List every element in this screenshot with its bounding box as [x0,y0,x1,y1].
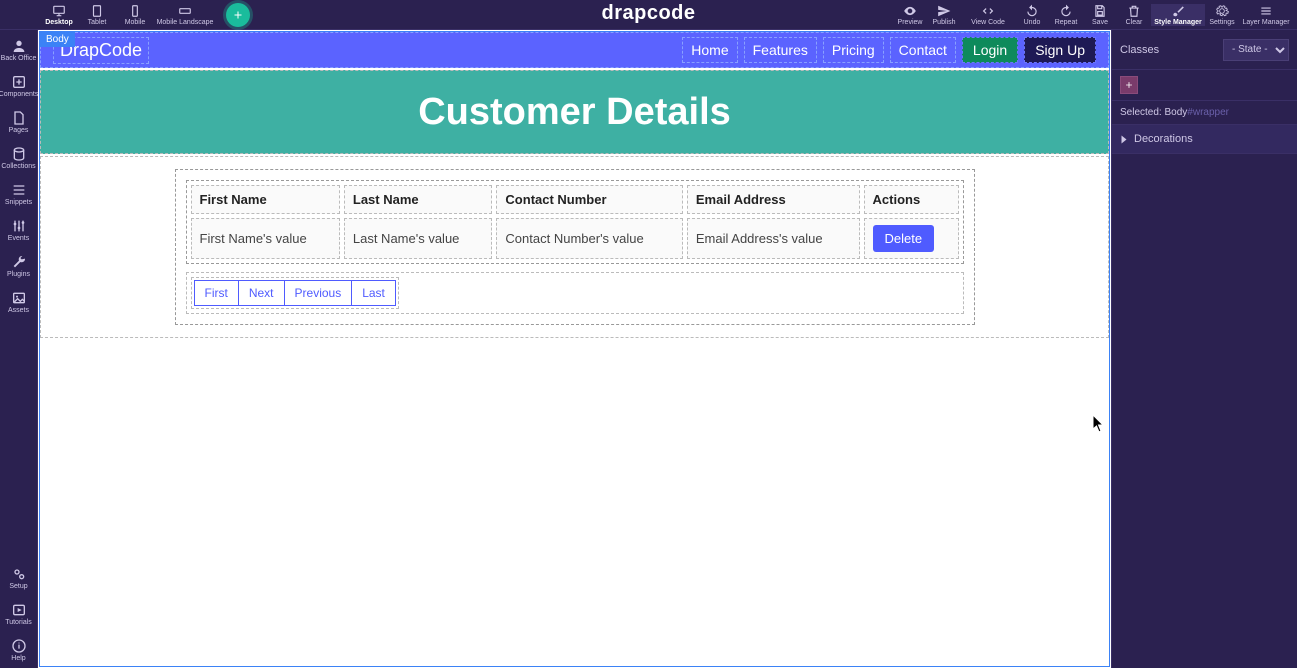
nav-signup-button[interactable]: Sign Up [1024,37,1096,63]
page-navbar[interactable]: DrapCode Home Features Pricing Contact L… [40,32,1109,68]
left-sidebar: Back OfficeComponentsPagesCollectionsSni… [0,30,38,668]
add-button[interactable] [226,3,250,27]
sidebar-plugins[interactable]: Plugins [0,248,38,284]
trash-icon [1127,4,1141,18]
app-brand: drapcode [601,2,695,25]
table-section[interactable]: First Name Last Name Contact Number Emai… [40,156,1109,338]
eye-icon [903,4,917,18]
th-firstname[interactable]: First Name [191,185,340,214]
lines-icon [11,182,27,198]
tool-undo[interactable]: Undo [1015,4,1049,26]
td-lastname[interactable]: Last Name's value [344,218,493,259]
device-mobile-landscape[interactable]: Mobile Landscape [154,4,216,26]
file-icon [11,110,27,126]
nav-link-contact[interactable]: Contact [890,37,956,63]
tool-layer-manager[interactable]: Layer Manager [1239,4,1293,26]
tool-save[interactable]: Save [1083,4,1117,26]
top-toolbar: DesktopTabletMobileMobile Landscape drap… [0,0,1297,30]
tool-style-manager[interactable]: Style Manager [1151,4,1205,26]
th-email[interactable]: Email Address [687,185,860,214]
image-icon [11,290,27,306]
redo-icon [1059,4,1073,18]
hero-section[interactable]: Customer Details [40,70,1109,154]
sidebar-help[interactable]: Help [5,632,32,668]
wrench-icon [11,254,27,270]
data-table[interactable]: First Name Last Name Contact Number Emai… [186,180,964,264]
tool-repeat[interactable]: Repeat [1049,4,1083,26]
device-mobile[interactable]: Mobile [116,4,154,26]
style-manager-panel: Classes - State - Selected: Body#wrapper… [1111,30,1297,668]
info-icon [11,638,27,654]
decorations-group[interactable]: Decorations [1112,124,1297,154]
sidebar-components[interactable]: Components [0,68,38,104]
th-contact[interactable]: Contact Number [496,185,682,214]
tablet-icon [90,4,104,18]
send-icon [937,4,951,18]
layers-icon [1259,4,1273,18]
user-icon [11,38,27,54]
table-container[interactable]: First Name Last Name Contact Number Emai… [175,169,975,325]
delete-button[interactable]: Delete [873,225,935,252]
pag-next[interactable]: Next [238,280,285,306]
add-class-button[interactable] [1120,76,1138,94]
mouse-cursor-icon [1092,414,1106,439]
device-tablet[interactable]: Tablet [78,4,116,26]
sidebar-back-office[interactable]: Back Office [0,32,38,68]
monitor-icon [52,4,66,18]
sliders-icon [11,218,27,234]
play-icon [11,602,27,618]
td-email[interactable]: Email Address's value [687,218,860,259]
sidebar-snippets[interactable]: Snippets [0,176,38,212]
tool-view-code[interactable]: View Code [961,4,1015,26]
pag-last[interactable]: Last [351,280,396,306]
nav-link-features[interactable]: Features [744,37,817,63]
tool-clear[interactable]: Clear [1117,4,1151,26]
td-firstname[interactable]: First Name's value [191,218,340,259]
undo-icon [1025,4,1039,18]
nav-link-pricing[interactable]: Pricing [823,37,884,63]
state-select[interactable]: - State - [1223,39,1289,61]
mobile-icon [128,4,142,18]
sidebar-events[interactable]: Events [0,212,38,248]
td-contact[interactable]: Contact Number's value [496,218,682,259]
chevron-right-icon [1122,135,1127,143]
th-actions[interactable]: Actions [864,185,959,214]
device-desktop[interactable]: Desktop [40,4,78,26]
table-row[interactable]: First Name's value Last Name's value Con… [191,218,959,259]
classes-label: Classes [1120,44,1217,56]
sidebar-setup[interactable]: Setup [5,560,32,596]
db-icon [11,146,27,162]
code-icon [981,4,995,18]
editor-canvas[interactable]: Body DrapCode Home Features Pricing Cont… [38,30,1111,668]
tool-settings[interactable]: Settings [1205,4,1239,26]
pagination-container[interactable]: First Next Previous Last [186,272,964,314]
th-lastname[interactable]: Last Name [344,185,493,214]
sidebar-pages[interactable]: Pages [0,104,38,140]
nav-login-button[interactable]: Login [962,37,1018,63]
pag-first[interactable]: First [194,280,239,306]
hero-title[interactable]: Customer Details [418,91,731,134]
td-actions[interactable]: Delete [864,218,959,259]
sidebar-tutorials[interactable]: Tutorials [5,596,32,632]
save-icon [1093,4,1107,18]
tool-preview[interactable]: Preview [893,4,927,26]
selected-element-info: Selected: Body#wrapper [1112,101,1297,124]
gear-icon [1215,4,1229,18]
sidebar-assets[interactable]: Assets [0,284,38,320]
sidebar-collections[interactable]: Collections [0,140,38,176]
pag-previous[interactable]: Previous [284,280,353,306]
mobile-land-icon [178,4,192,18]
body-tag-label[interactable]: Body [40,32,75,47]
brush-icon [1171,4,1185,18]
tool-publish[interactable]: Publish [927,4,961,26]
plus-box-icon [11,74,27,90]
gears-icon [11,566,27,582]
nav-link-home[interactable]: Home [682,37,737,63]
